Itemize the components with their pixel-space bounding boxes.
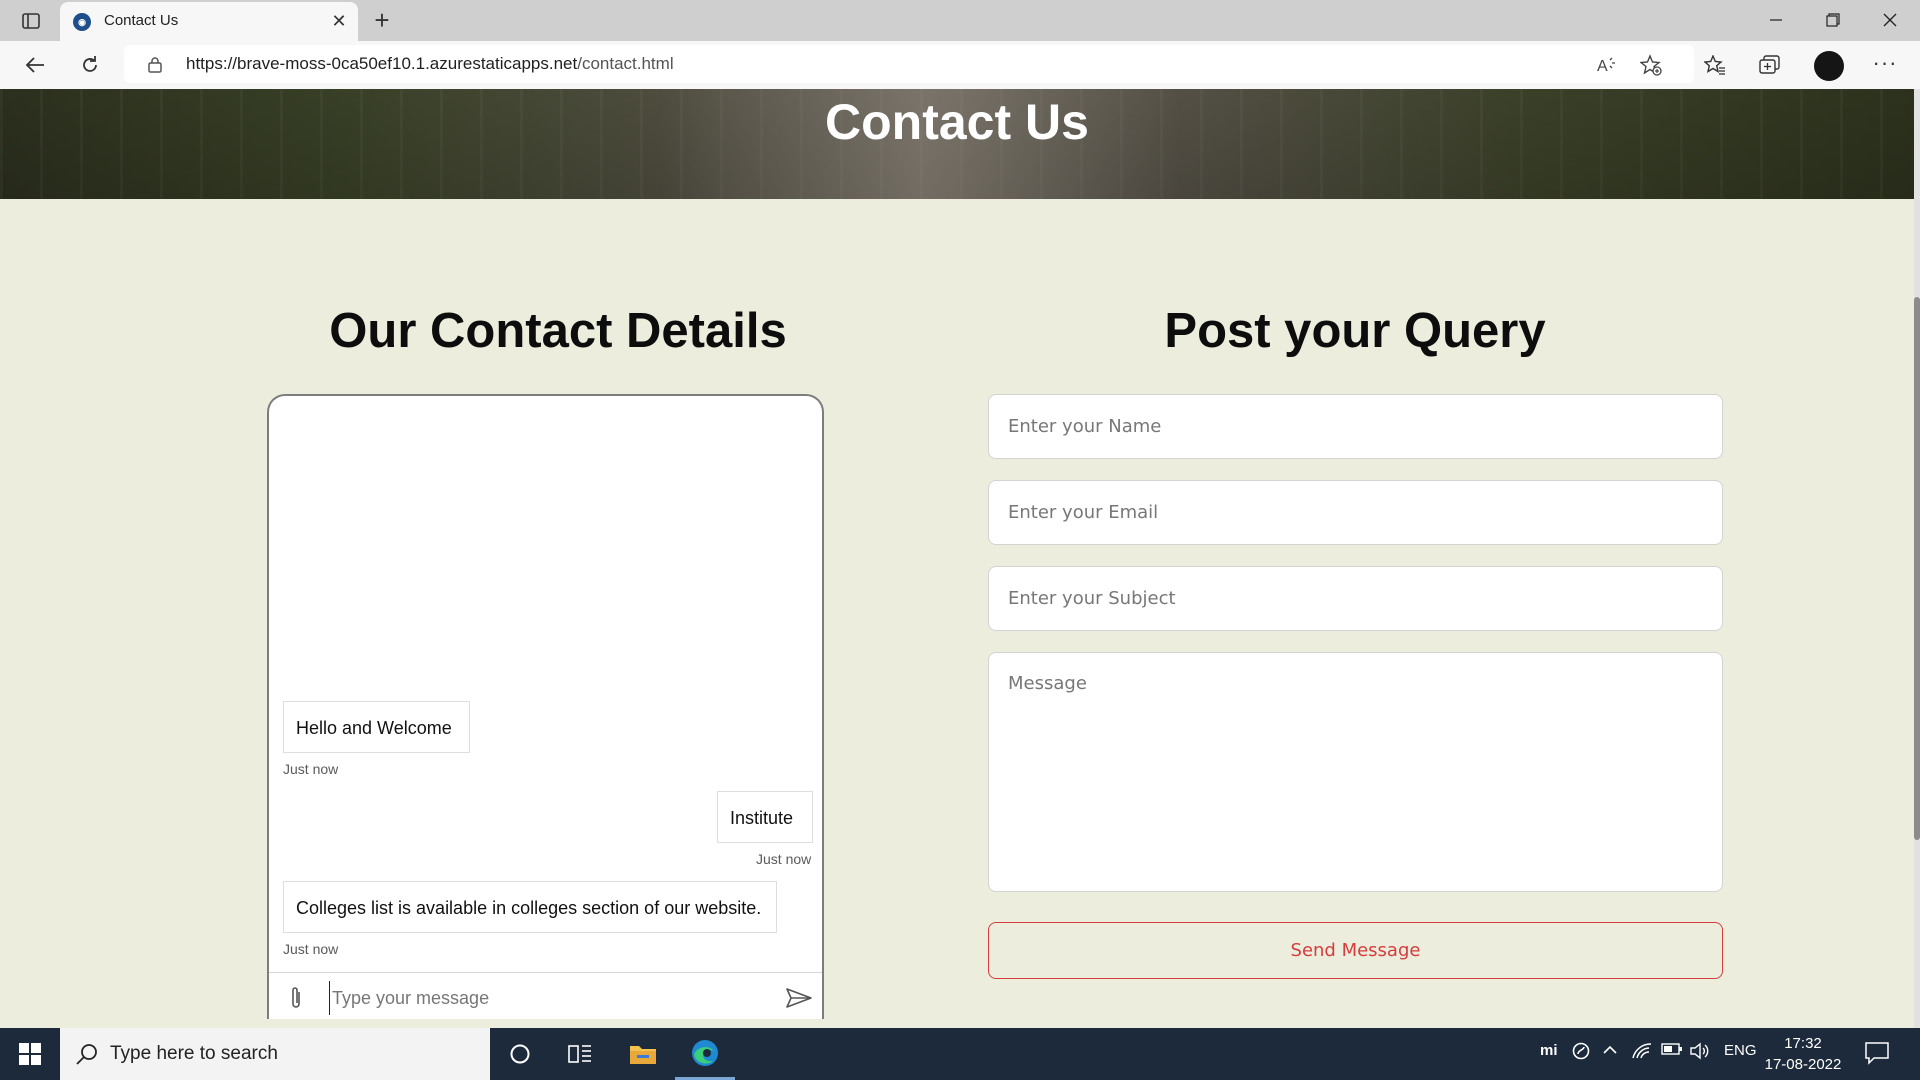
- chat-message-input[interactable]: [329, 981, 759, 1015]
- send-message-button[interactable]: Send Message: [988, 922, 1723, 979]
- chat-widget: Hello and Welcome Just now Institute Jus…: [267, 394, 824, 1019]
- notification-center-icon[interactable]: [1864, 1041, 1892, 1067]
- hero-banner: Contact Us: [0, 89, 1914, 199]
- scrollbar-thumb[interactable]: [1914, 297, 1920, 840]
- profile-avatar[interactable]: [1814, 51, 1844, 81]
- tray-app-icon[interactable]: [1572, 1042, 1590, 1064]
- refresh-icon[interactable]: [73, 49, 107, 81]
- taskbar-clock[interactable]: 17:32 17-08-2022: [1760, 1033, 1846, 1075]
- taskbar-search-box[interactable]: Type here to search: [60, 1028, 490, 1080]
- collections-icon[interactable]: [1753, 49, 1787, 81]
- read-aloud-icon[interactable]: A: [1594, 52, 1620, 78]
- paperclip-icon[interactable]: [283, 983, 309, 1013]
- favorites-icon[interactable]: [1698, 49, 1732, 81]
- address-bar[interactable]: https://brave-moss-0ca50ef10.1.azurestat…: [124, 45, 1694, 83]
- back-arrow-icon[interactable]: [18, 49, 52, 81]
- send-arrow-icon[interactable]: [784, 985, 814, 1011]
- battery-icon[interactable]: [1661, 1042, 1683, 1060]
- chat-input-row: [269, 972, 822, 1019]
- windows-taskbar: Type here to search mi ENG 17:32 17-08-2…: [0, 1028, 1920, 1080]
- lock-icon: [148, 57, 162, 73]
- tab-actions-icon[interactable]: [14, 8, 48, 34]
- site-favicon-icon: ◉: [73, 13, 91, 31]
- chat-timestamp: Just now: [756, 851, 812, 867]
- post-query-heading: Post your Query: [1164, 304, 1546, 358]
- file-explorer-icon[interactable]: [613, 1028, 673, 1080]
- volume-icon[interactable]: [1690, 1042, 1710, 1064]
- restore-window-icon[interactable]: [1811, 4, 1855, 36]
- name-field[interactable]: [988, 394, 1723, 459]
- email-field[interactable]: [988, 480, 1723, 545]
- task-view-icon[interactable]: [550, 1028, 610, 1080]
- chat-message-bot: Colleges list is available in colleges s…: [283, 881, 777, 933]
- mi-tray-icon[interactable]: mi: [1540, 1042, 1558, 1059]
- new-tab-icon[interactable]: +: [368, 7, 396, 35]
- chat-message-user: Institute: [717, 791, 813, 843]
- url-path: /contact.html: [577, 54, 674, 73]
- chat-timestamp: Just now: [283, 761, 339, 777]
- more-options-icon[interactable]: ···: [1868, 49, 1902, 81]
- tab-title: Contact Us: [104, 12, 179, 29]
- page-title: Contact Us: [825, 94, 1089, 150]
- url-text: https://brave-moss-0ca50ef10.1.azurestat…: [186, 54, 674, 74]
- taskbar-search-placeholder: Type here to search: [110, 1043, 278, 1064]
- language-indicator[interactable]: ENG: [1724, 1042, 1757, 1059]
- message-field[interactable]: [988, 652, 1723, 892]
- add-favorite-icon[interactable]: [1638, 52, 1664, 78]
- subject-field[interactable]: [988, 566, 1723, 631]
- contact-details-heading: Our Contact Details: [329, 304, 787, 358]
- svg-text:A: A: [1597, 58, 1608, 75]
- search-icon: [76, 1044, 97, 1065]
- cortana-icon[interactable]: [490, 1028, 550, 1080]
- page-scrollbar[interactable]: [1914, 89, 1920, 1028]
- windows-start-icon[interactable]: [0, 1028, 60, 1080]
- chevron-up-icon[interactable]: [1602, 1042, 1618, 1062]
- clock-time: 17:32: [1784, 1035, 1822, 1052]
- url-host: https://brave-moss-0ca50ef10.1.azurestat…: [186, 54, 578, 73]
- chat-timestamp: Just now: [283, 941, 339, 957]
- browser-tab-bar: ◉ Contact Us ✕ +: [0, 0, 1920, 41]
- edge-browser-icon[interactable]: [675, 1028, 735, 1080]
- close-tab-icon[interactable]: ✕: [328, 10, 350, 32]
- clock-date: 17-08-2022: [1764, 1056, 1842, 1073]
- chat-message-bot: Hello and Welcome: [283, 701, 470, 753]
- browser-tab-active[interactable]: ◉ Contact Us ✕: [60, 2, 358, 41]
- wifi-icon[interactable]: [1632, 1042, 1652, 1064]
- browser-toolbar: https://brave-moss-0ca50ef10.1.azurestat…: [0, 41, 1920, 89]
- minimize-window-icon[interactable]: [1754, 4, 1798, 36]
- close-window-icon[interactable]: [1868, 4, 1912, 36]
